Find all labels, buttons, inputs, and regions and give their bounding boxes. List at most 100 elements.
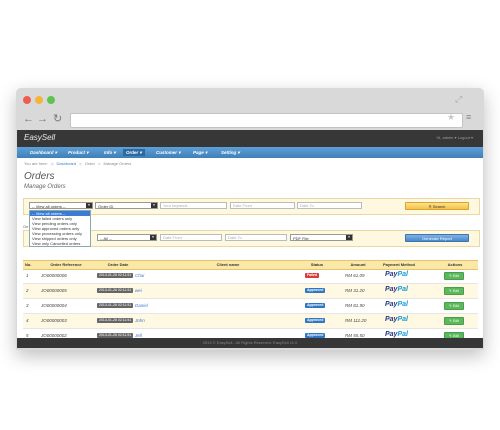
edit-button[interactable]: ✎ Edit bbox=[444, 287, 464, 295]
breadcrumb-order[interactable]: Order bbox=[85, 161, 95, 166]
app-viewport: EasySell Hi, admin ▾ Logout ▾ Dashboard … bbox=[17, 130, 483, 348]
paypal-logo: PayPal bbox=[385, 271, 408, 278]
column-header-date: Order Date bbox=[107, 262, 129, 267]
order-date: 2013-01-26 02:11:51 bbox=[97, 288, 134, 293]
export-scope-select[interactable]: -- All -- ▾ bbox=[97, 234, 157, 241]
status-badge: Approved bbox=[305, 288, 326, 293]
export-format-select[interactable]: PDF File ▾ bbox=[290, 234, 353, 241]
generate-report-button[interactable]: Generate Report bbox=[405, 234, 469, 242]
column-header-amount: Amount bbox=[350, 262, 366, 267]
row-number: 1 bbox=[26, 273, 29, 278]
home-icon: ⌂ bbox=[51, 161, 54, 166]
order-date: 2013-01-26 02:11:51 bbox=[97, 318, 134, 323]
breadcrumb-separator: > bbox=[79, 161, 82, 166]
chevron-down-icon: ▾ bbox=[86, 203, 92, 208]
edit-icon: ✎ bbox=[449, 274, 452, 278]
menu-icon[interactable]: ≡ bbox=[466, 112, 471, 122]
order-status-dropdown: -- View all orders -- View failed orders… bbox=[29, 210, 91, 247]
edit-button[interactable]: ✎ Edit bbox=[444, 272, 464, 280]
status-badge: Failed bbox=[305, 273, 320, 278]
row-number: 2 bbox=[26, 288, 29, 293]
export-label: Ge bbox=[23, 224, 29, 229]
edit-button[interactable]: ✎ Edit bbox=[444, 302, 464, 310]
edit-icon: ✎ bbox=[449, 319, 452, 323]
order-reference: JO00000004 bbox=[41, 303, 67, 308]
chevron-down-icon: ▾ bbox=[150, 235, 156, 240]
order-reference: JO00000006 bbox=[41, 273, 67, 278]
forward-arrow-icon[interactable]: → bbox=[37, 112, 48, 126]
minimize-window-dot[interactable] bbox=[35, 96, 43, 104]
column-header-no: No. bbox=[25, 262, 32, 267]
edit-icon: ✎ bbox=[449, 289, 452, 293]
order-reference: JO00000005 bbox=[41, 288, 67, 293]
reload-icon[interactable]: ↻ bbox=[53, 112, 62, 126]
table-row: 4 JO00000003 2013-01-26 02:11:51 John Ap… bbox=[23, 314, 478, 329]
page-title: Orders bbox=[24, 171, 55, 182]
edit-icon: ✎ bbox=[449, 304, 452, 308]
dropdown-option[interactable]: View only Cancelled orders bbox=[30, 241, 90, 246]
column-header-reference: Order Reference bbox=[50, 262, 82, 267]
row-number: 3 bbox=[26, 303, 29, 308]
order-status-value: -- View all orders -- bbox=[32, 204, 66, 209]
search-button[interactable]: ⚲ Search bbox=[405, 202, 469, 210]
main-menu: Dashboard ▾ Product ▾ Info ▾ Order ▾ Cus… bbox=[17, 147, 483, 158]
status-badge: Approved bbox=[305, 318, 326, 323]
order-amount: RM 31.20 bbox=[345, 288, 365, 293]
maximize-window-dot[interactable] bbox=[47, 96, 55, 104]
menu-dashboard[interactable]: Dashboard ▾ bbox=[27, 149, 60, 156]
column-header-client: Client name bbox=[216, 262, 240, 267]
date-from-input[interactable]: Date From bbox=[230, 202, 295, 209]
chevron-down-icon: ▾ bbox=[346, 235, 352, 240]
keyword-input[interactable]: Your keyword... bbox=[160, 202, 227, 209]
footer: 2013 © EasySell - All Rights Reserved. E… bbox=[17, 338, 483, 348]
top-bar: EasySell Hi, admin ▾ Logout ▾ bbox=[17, 130, 483, 147]
menu-setting[interactable]: Setting ▾ bbox=[218, 149, 243, 156]
table-row: 3 JO00000004 2013-01-26 02:11:51 Daniel … bbox=[23, 299, 478, 314]
search-icon: ⚲ bbox=[428, 204, 432, 209]
client-name-link[interactable]: Daniel bbox=[135, 303, 148, 308]
table-row: 1 JO00000006 2013-01-26 02:11:51 Chai Fa… bbox=[23, 269, 478, 284]
client-name-link[interactable]: Chai bbox=[135, 273, 144, 278]
paypal-logo: PayPal bbox=[385, 316, 408, 323]
export-date-to-input[interactable]: Date To bbox=[225, 234, 287, 241]
bookmark-star-icon[interactable]: ★ bbox=[447, 112, 455, 123]
breadcrumb-dashboard[interactable]: Dashboard bbox=[57, 161, 77, 166]
paypal-logo: PayPal bbox=[385, 331, 408, 338]
column-header-payment: Payment Method bbox=[382, 262, 415, 267]
order-date: 2013-01-26 02:11:51 bbox=[97, 303, 134, 308]
order-date: 2013-01-26 02:11:51 bbox=[97, 273, 134, 278]
client-name-link[interactable]: John bbox=[135, 318, 145, 323]
column-header-status: Status bbox=[310, 262, 324, 267]
menu-order[interactable]: Order ▾ bbox=[123, 149, 145, 156]
order-reference: JO00000003 bbox=[41, 318, 67, 323]
status-badge: Approved bbox=[305, 303, 326, 308]
row-number: 4 bbox=[26, 318, 29, 323]
edit-button[interactable]: ✎ Edit bbox=[444, 317, 464, 325]
export-date-from-input[interactable]: Date From bbox=[160, 234, 222, 241]
menu-customer[interactable]: Customer ▾ bbox=[153, 149, 184, 156]
paypal-logo: PayPal bbox=[385, 301, 408, 308]
search-button-label: Search bbox=[432, 204, 446, 209]
fullscreen-icon[interactable]: ⤢ bbox=[455, 94, 462, 105]
order-status-select[interactable]: -- View all orders -- ▾ bbox=[29, 202, 93, 209]
breadcrumb-current: Manage Orders bbox=[103, 161, 132, 166]
user-menu[interactable]: Hi, admin ▾ Logout ▾ bbox=[437, 135, 473, 140]
menu-info[interactable]: Info ▾ bbox=[101, 149, 119, 156]
page-subtitle: Manage Orders bbox=[24, 184, 66, 190]
search-by-select[interactable]: Order ID ▾ bbox=[95, 202, 158, 209]
column-header-actions: Actions bbox=[447, 262, 463, 267]
date-to-input[interactable]: Date To bbox=[297, 202, 362, 209]
table-row: 2 JO00000005 2013-01-26 02:11:51 wei App… bbox=[23, 284, 478, 299]
client-name-link[interactable]: wei bbox=[135, 288, 142, 293]
search-by-value: Order ID bbox=[98, 204, 114, 209]
menu-page[interactable]: Page ▾ bbox=[190, 149, 210, 156]
export-format-value: PDF File bbox=[293, 236, 309, 241]
back-arrow-icon[interactable]: ← bbox=[23, 112, 34, 126]
address-bar[interactable] bbox=[70, 113, 463, 128]
export-scope-value: -- All -- bbox=[100, 236, 112, 241]
breadcrumb-separator: > bbox=[98, 161, 101, 166]
menu-product[interactable]: Product ▾ bbox=[65, 149, 92, 156]
close-window-dot[interactable] bbox=[23, 96, 31, 104]
order-amount: RM 81.90 bbox=[345, 303, 365, 308]
brand-logo[interactable]: EasySell bbox=[24, 133, 55, 142]
